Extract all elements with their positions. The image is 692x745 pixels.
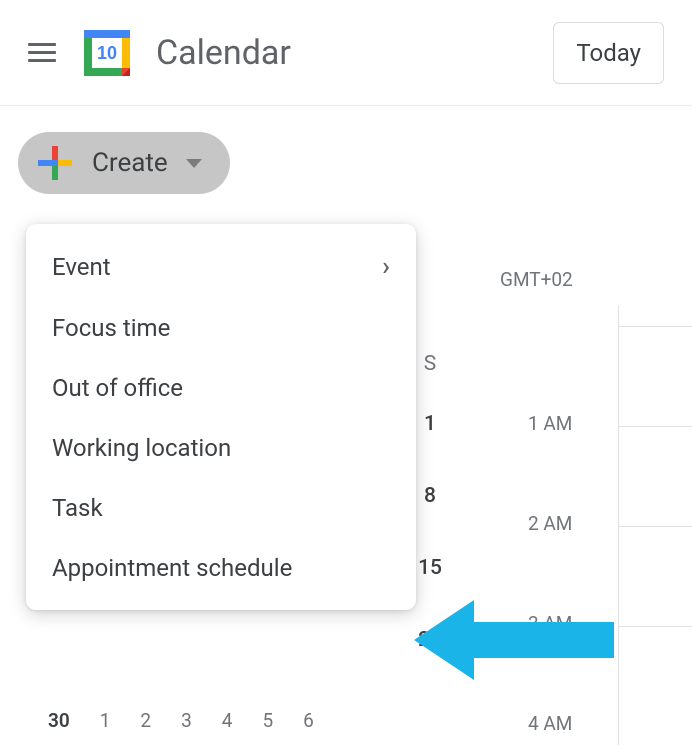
time-label: 2 AM xyxy=(528,512,572,535)
today-button[interactable]: Today xyxy=(553,22,664,84)
menu-item-label: Focus time xyxy=(52,314,170,342)
chevron-down-icon xyxy=(186,159,202,168)
mini-date[interactable]: 5 xyxy=(262,709,273,732)
day-header: S xyxy=(418,352,442,376)
annotation-arrow-icon xyxy=(414,590,614,694)
chevron-right-icon: › xyxy=(382,252,390,282)
grid-line xyxy=(618,326,692,327)
menu-item-working-location[interactable]: Working location xyxy=(26,418,416,478)
mini-date[interactable]: 6 xyxy=(303,709,314,732)
menu-item-label: Task xyxy=(52,494,103,522)
plus-icon xyxy=(36,144,74,182)
menu-item-focus-time[interactable]: Focus time xyxy=(26,298,416,358)
app-title: Calendar xyxy=(156,33,553,73)
mini-date[interactable]: 4 xyxy=(222,709,233,732)
mini-date[interactable]: 1 xyxy=(100,709,111,732)
main-menu-icon[interactable] xyxy=(28,39,56,67)
menu-item-appointment-schedule[interactable]: Appointment schedule xyxy=(26,538,416,598)
menu-item-label: Working location xyxy=(52,434,231,462)
menu-item-label: Out of office xyxy=(52,374,183,402)
timezone-label: GMT+02 xyxy=(500,268,573,291)
menu-item-task[interactable]: Task xyxy=(26,478,416,538)
menu-item-label: Event xyxy=(52,253,111,281)
date-cell[interactable]: 1 xyxy=(416,412,444,436)
svg-text:10: 10 xyxy=(97,43,117,63)
grid-line xyxy=(618,426,692,427)
time-label: 1 AM xyxy=(528,412,572,435)
header: 10 Calendar Today xyxy=(0,0,692,106)
mini-date[interactable]: 3 xyxy=(181,709,192,732)
grid-line xyxy=(618,626,692,627)
create-button[interactable]: Create xyxy=(18,132,230,194)
date-cell[interactable]: 15 xyxy=(416,556,444,580)
mini-calendar-row: 30 1 2 3 4 5 6 xyxy=(48,709,314,732)
main-area: Create Event › Focus time Out of office … xyxy=(0,106,692,194)
create-label: Create xyxy=(92,148,168,178)
calendar-logo: 10 xyxy=(78,24,136,82)
time-label: 4 AM xyxy=(528,712,572,735)
date-cell[interactable]: 8 xyxy=(416,484,444,508)
create-menu: Event › Focus time Out of office Working… xyxy=(26,224,416,610)
mini-date[interactable]: 2 xyxy=(140,709,151,732)
grid-line xyxy=(618,526,692,527)
menu-item-out-of-office[interactable]: Out of office xyxy=(26,358,416,418)
menu-item-event[interactable]: Event › xyxy=(26,236,416,298)
mini-date[interactable]: 30 xyxy=(48,709,70,732)
grid-line xyxy=(618,305,619,745)
menu-item-label: Appointment schedule xyxy=(52,554,292,582)
